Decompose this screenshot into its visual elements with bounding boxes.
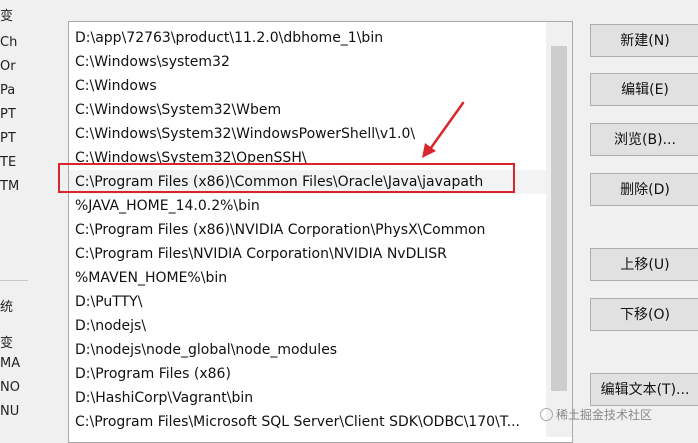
background-label: PT bbox=[0, 107, 16, 122]
path-list[interactable]: D:\app\72763\product\11.2.0\dbhome_1\bin… bbox=[68, 21, 573, 443]
list-item[interactable]: C:\Windows\System32\OpenSSH\ bbox=[69, 146, 549, 170]
background-label: 变 bbox=[0, 336, 14, 351]
list-item-javapath[interactable]: C:\Program Files (x86)\Common Files\Orac… bbox=[69, 170, 549, 194]
background-label: TM bbox=[0, 179, 20, 194]
background-label: PT bbox=[0, 131, 16, 146]
background-label: Or bbox=[0, 59, 16, 74]
background-label: 统 bbox=[0, 300, 14, 315]
background-label: TE bbox=[0, 155, 17, 170]
list-item[interactable]: %MAVEN_HOME%\bin bbox=[69, 266, 549, 290]
vertical-scrollbar[interactable] bbox=[546, 22, 572, 437]
watermark-text: 稀土掘金技术社区 bbox=[556, 408, 653, 422]
list-item[interactable]: C:\Windows\System32\WindowsPowerShell\v1… bbox=[69, 122, 549, 146]
background-label: NO bbox=[0, 380, 20, 395]
background-window-edge: 变 Ch Or Pa PT PT TE TM 统 变 MA NO NU bbox=[0, 0, 28, 437]
edit-button[interactable]: 编辑(E) bbox=[590, 73, 698, 106]
watermark: 稀土掘金技术社区 bbox=[540, 406, 652, 423]
list-item[interactable]: C:\Program Files\Microsoft SQL Server\Cl… bbox=[69, 410, 549, 434]
edit-text-button[interactable]: 编辑文本(T)... bbox=[590, 373, 698, 406]
list-item[interactable]: D:\app\72763\product\11.2.0\dbhome_1\bin bbox=[69, 26, 549, 50]
list-item[interactable]: C:\Windows\system32 bbox=[69, 50, 549, 74]
list-item[interactable]: D:\HashiCorp\Vagrant\bin bbox=[69, 386, 549, 410]
background-label: Pa bbox=[0, 83, 16, 98]
edit-environment-variable-dialog: D:\app\72763\product\11.2.0\dbhome_1\bin… bbox=[28, 0, 698, 443]
background-label: MA bbox=[0, 356, 21, 371]
background-label: 变 bbox=[0, 9, 14, 24]
move-up-button[interactable]: 上移(U) bbox=[590, 248, 698, 281]
list-item[interactable]: D:\nodejs\ bbox=[69, 314, 549, 338]
scrollbar-thumb[interactable] bbox=[551, 46, 567, 391]
divider bbox=[0, 280, 28, 281]
list-item[interactable]: C:\Program Files (x86)\NVIDIA Corporatio… bbox=[69, 218, 549, 242]
new-button[interactable]: 新建(N) bbox=[590, 24, 698, 57]
background-label: Ch bbox=[0, 35, 18, 50]
move-down-button[interactable]: 下移(O) bbox=[590, 298, 698, 331]
delete-button[interactable]: 删除(D) bbox=[590, 173, 698, 206]
list-item[interactable]: C:\Windows\System32\Wbem bbox=[69, 98, 549, 122]
background-label: NU bbox=[0, 404, 20, 419]
list-item[interactable]: D:\nodejs\node_global\node_modules bbox=[69, 338, 549, 362]
list-item[interactable]: C:\Program Files\NVIDIA Corporation\NVID… bbox=[69, 242, 549, 266]
list-item[interactable]: D:\PuTTY\ bbox=[69, 290, 549, 314]
list-item[interactable]: D:\Program Files (x86) bbox=[69, 362, 549, 386]
list-item[interactable]: %JAVA_HOME_14.0.2%\bin bbox=[69, 194, 549, 218]
juejin-logo-icon bbox=[540, 408, 553, 421]
list-item[interactable]: C:\Windows bbox=[69, 74, 549, 98]
browse-button[interactable]: 浏览(B)... bbox=[590, 123, 698, 156]
